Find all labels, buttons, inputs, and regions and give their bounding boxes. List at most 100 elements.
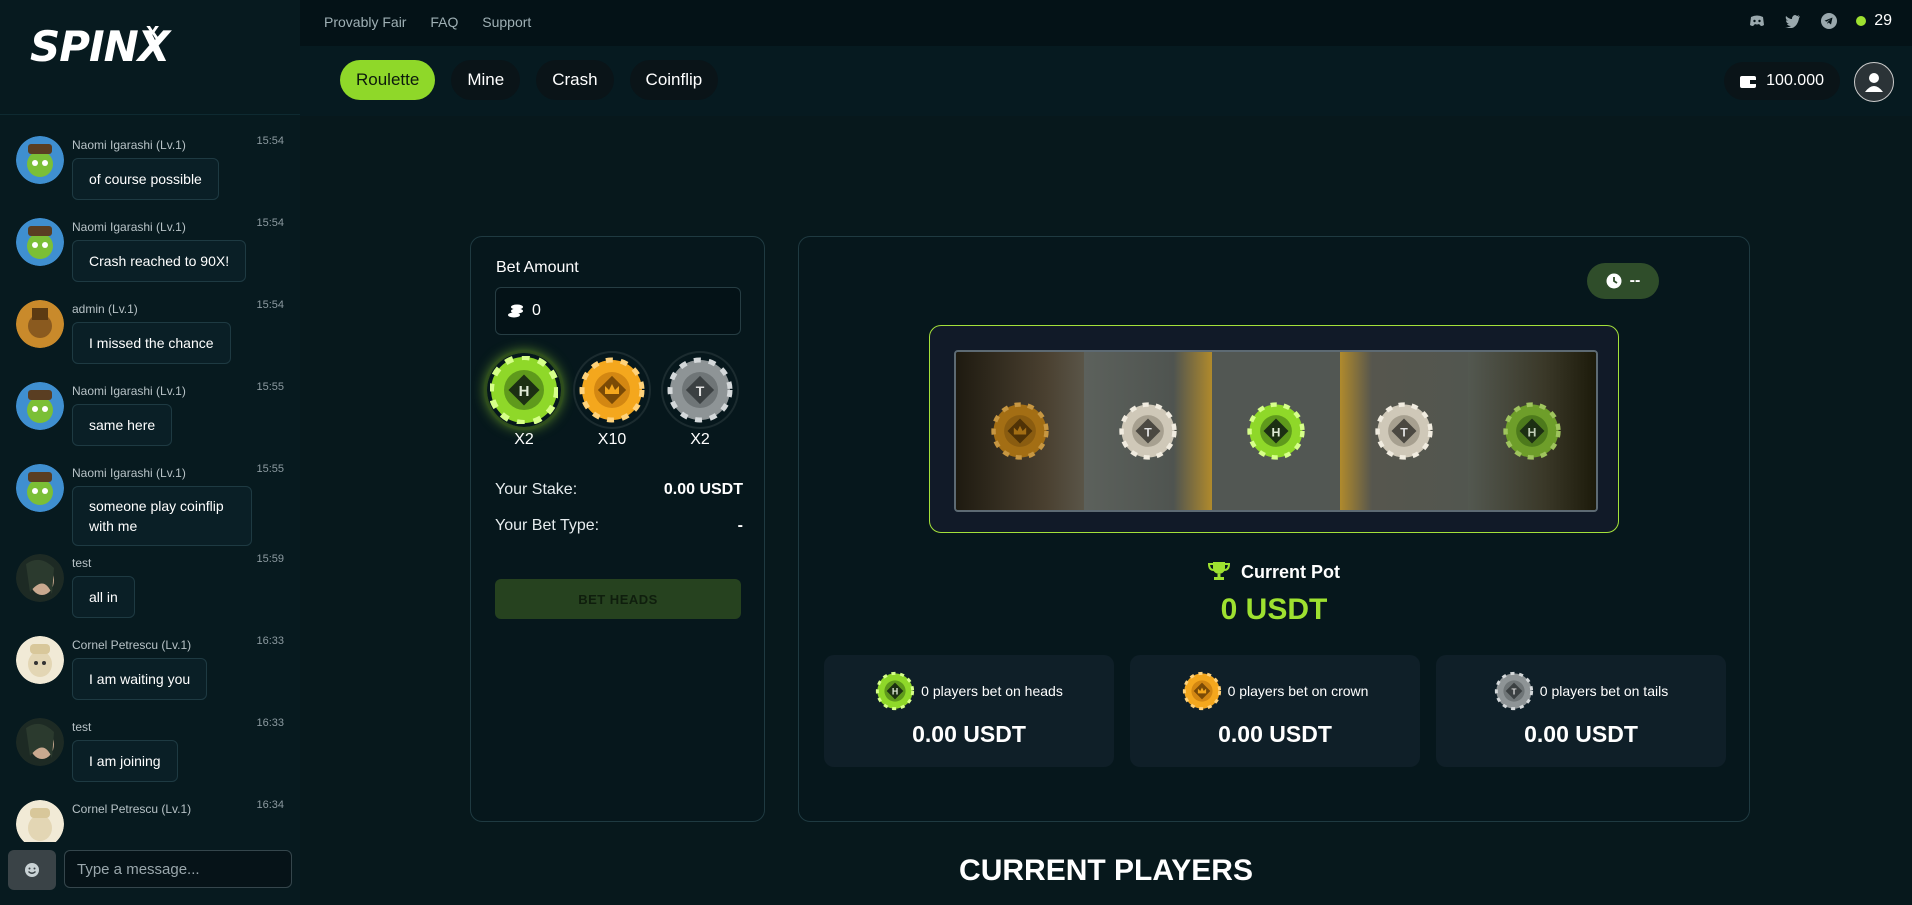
- game-tabs: Roulette Mine Crash Coinflip: [340, 60, 719, 100]
- chat-bubble: I am joining: [72, 740, 178, 782]
- svg-text:T: T: [1400, 425, 1408, 439]
- balance-value: 100.000: [1766, 72, 1824, 89]
- crown-chip-icon: [575, 353, 649, 427]
- tab-coinflip[interactable]: Coinflip: [629, 60, 719, 100]
- avatar[interactable]: [16, 554, 64, 602]
- svg-text:H: H: [1272, 425, 1281, 439]
- online-dot: [1856, 16, 1867, 26]
- stake-row: Your Stake: 0.00 USDT: [495, 481, 743, 499]
- clock-icon: [1606, 273, 1622, 289]
- smiley-icon: [25, 863, 39, 877]
- crown-chip-icon: [991, 402, 1049, 460]
- chat-username: test: [72, 720, 92, 734]
- bet-amount-input[interactable]: 0: [495, 287, 741, 335]
- current-pot-label: Current Pot: [1241, 562, 1340, 582]
- heads-bets-amount: 0.00 USDT: [912, 721, 1026, 747]
- chat-message: test 16:33 I am joining: [8, 708, 290, 790]
- current-pot-value: 0 USDT: [1220, 593, 1328, 626]
- online-count: 29: [1874, 12, 1892, 29]
- avatar[interactable]: [16, 636, 64, 684]
- social-links: 29: [1748, 12, 1892, 30]
- provably-fair-link[interactable]: Provably Fair: [324, 14, 406, 30]
- divider: [0, 114, 300, 115]
- crown-bets-amount: 0.00 USDT: [1218, 721, 1332, 747]
- chat-bubble: Crash reached to 90X!: [72, 240, 247, 282]
- reel-slot-heads: H: [1468, 352, 1596, 510]
- chat-message: Naomi Igarashi (Lv.1) 15:55 same here: [8, 372, 290, 454]
- avatar[interactable]: [16, 300, 64, 348]
- timer-value: --: [1629, 272, 1641, 289]
- emoji-button[interactable]: [8, 850, 56, 890]
- telegram-icon[interactable]: [1820, 12, 1838, 30]
- chat-message: admin (Lv.1) 15:54 I missed the chance: [8, 290, 290, 372]
- chat-timestamp: 15:59: [256, 553, 284, 565]
- chat-bubble: all in: [72, 576, 135, 618]
- bet-amount-value: 0: [532, 302, 541, 319]
- wallet-icon: [1740, 75, 1757, 88]
- bet-panel: Bet Amount 0 H X2 X10 T X2 Your Stake: 0…: [470, 236, 765, 822]
- heads-multiplier: X2: [514, 431, 534, 448]
- support-link[interactable]: Support: [482, 14, 531, 30]
- user-avatar-button[interactable]: [1854, 62, 1894, 102]
- chat-timestamp: 15:54: [256, 135, 284, 147]
- avatar[interactable]: [16, 718, 64, 766]
- roulette-reel: T H T H: [954, 350, 1598, 512]
- tab-roulette[interactable]: Roulette: [340, 60, 436, 100]
- current-players-title: CURRENT PLAYERS: [959, 854, 1253, 887]
- brand-mark: x: [146, 18, 160, 45]
- avatar[interactable]: [16, 464, 64, 512]
- bet-type-value: -: [737, 517, 743, 534]
- bet-option-crown[interactable]: X10: [575, 353, 649, 449]
- reel-slot-tails: T: [1340, 352, 1468, 510]
- avatar[interactable]: [16, 382, 64, 430]
- chat-message-input[interactable]: [64, 850, 292, 888]
- top-bar: Provably Fair FAQ Support 29: [300, 0, 1912, 46]
- brand-logo[interactable]: SPINX x: [30, 18, 170, 82]
- wallet-balance[interactable]: 100.000: [1724, 62, 1840, 100]
- discord-icon[interactable]: [1748, 12, 1766, 30]
- svg-text:T: T: [1511, 688, 1516, 697]
- roulette-reel-frame: T H T H: [929, 325, 1619, 533]
- trophy-icon: [1207, 562, 1230, 580]
- crown-bets-card: 0 players bet on crown 0.00 USDT: [1130, 655, 1420, 767]
- chat-message: Naomi Igarashi (Lv.1) 15:55 someone play…: [8, 454, 290, 546]
- heads-chip-icon: H: [487, 353, 561, 427]
- stake-label: Your Stake:: [495, 481, 578, 498]
- reel-slot-crown: [956, 352, 1084, 510]
- avatar[interactable]: [16, 136, 64, 184]
- chat-username: test: [72, 556, 92, 570]
- heads-bets-card: H 0 players bet on heads 0.00 USDT: [824, 655, 1114, 767]
- bet-type-row: Your Bet Type: -: [495, 517, 743, 535]
- crown-chip-icon: [1182, 671, 1221, 711]
- coins-icon: [508, 304, 523, 318]
- faq-link[interactable]: FAQ: [430, 14, 458, 30]
- top-links: Provably Fair FAQ Support: [324, 14, 551, 30]
- nav-bar: Roulette Mine Crash Coinflip 100.000: [300, 46, 1912, 116]
- chat-username: Naomi Igarashi (Lv.1): [72, 138, 186, 152]
- twitter-icon[interactable]: [1784, 12, 1802, 30]
- svg-text:T: T: [1144, 425, 1152, 439]
- avatar[interactable]: [16, 218, 64, 266]
- chat-message: test 15:59 all in: [8, 544, 290, 626]
- bet-option-tails[interactable]: T X2: [663, 353, 737, 449]
- bet-heads-button[interactable]: BET HEADS: [495, 579, 741, 619]
- svg-text:T: T: [696, 383, 705, 399]
- tails-chip-icon: T: [663, 353, 737, 427]
- sidebar: SPINX x Naomi Igarashi (Lv.1) 15:54 of c…: [0, 0, 300, 905]
- chat-message: Cornel Petrescu (Lv.1) 16:34: [8, 790, 290, 842]
- heads-chip-icon: H: [876, 671, 915, 711]
- chat-list[interactable]: Naomi Igarashi (Lv.1) 15:54 of course po…: [8, 126, 290, 842]
- chat-timestamp: 16:34: [256, 799, 284, 811]
- chat-username: Cornel Petrescu (Lv.1): [72, 802, 192, 816]
- chat-bubble: I missed the chance: [72, 322, 231, 364]
- chat-timestamp: 16:33: [256, 717, 284, 729]
- bet-option-heads[interactable]: H X2: [487, 353, 561, 449]
- svg-text:H: H: [519, 383, 530, 400]
- chat-timestamp: 15:54: [256, 217, 284, 229]
- tab-crash[interactable]: Crash: [536, 60, 614, 100]
- tails-multiplier: X2: [690, 431, 710, 448]
- tab-mine[interactable]: Mine: [451, 60, 521, 100]
- online-indicator: 29: [1856, 12, 1892, 30]
- avatar[interactable]: [16, 800, 64, 842]
- roulette-panel: -- T H T H Current Pot 0 USDT H 0 player…: [798, 236, 1750, 822]
